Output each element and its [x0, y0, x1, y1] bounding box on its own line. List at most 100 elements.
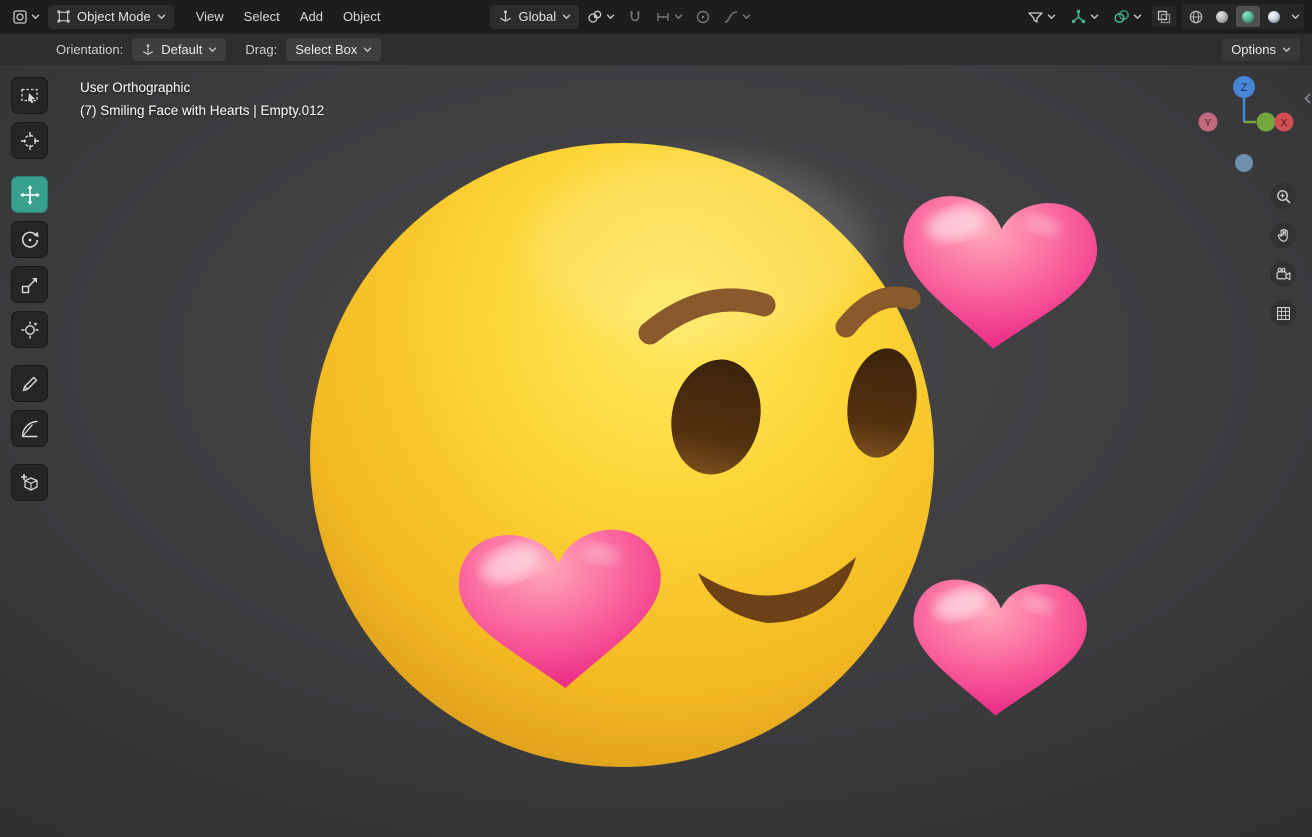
xray-toggle-button[interactable]	[1152, 6, 1176, 27]
tool-settings-bar: Orientation: Default Drag: Select Box Op…	[0, 33, 1312, 65]
select-box-icon	[20, 88, 38, 103]
add-cube-icon	[20, 473, 38, 491]
proportional-editing-icon	[696, 10, 710, 23]
viewport-scene[interactable]	[0, 65, 1312, 837]
shading-wireframe-button[interactable]	[1184, 6, 1208, 27]
tool-rotate[interactable]	[11, 221, 48, 258]
tool-add-cube[interactable]	[11, 464, 48, 501]
drag-mode-dropdown[interactable]: Select Box	[286, 38, 382, 61]
orientation-settings-label: Orientation:	[56, 42, 124, 57]
falloff-curve-icon	[724, 10, 738, 23]
tool-scale[interactable]	[11, 266, 48, 303]
gizmo-y-label: Y	[1205, 118, 1212, 129]
pivot-point-dropdown[interactable]	[583, 6, 619, 28]
rendered-icon	[1268, 10, 1280, 23]
xray-toggle-icon	[1157, 10, 1171, 23]
navigation-gizmo[interactable]: Z Y X	[1192, 75, 1302, 185]
active-object-text: (7) Smiling Face with Hearts | Empty.012	[80, 103, 325, 118]
zoom-button[interactable]	[1270, 183, 1296, 209]
transform-orientation-dropdown[interactable]: Global	[489, 4, 580, 29]
mode-label: Object Mode	[77, 9, 151, 24]
transform-orientation-icon	[499, 10, 511, 22]
chevron-down-icon	[742, 14, 751, 20]
object-visibility-icon	[1028, 11, 1043, 23]
editor-type-icon	[13, 9, 27, 24]
gizmo-z-label: Z	[1241, 82, 1248, 94]
measure-icon	[21, 420, 38, 437]
rotate-icon	[21, 231, 39, 248]
header-left-group: Object Mode View Select Add Object	[8, 4, 391, 29]
show-gizmos-dropdown[interactable]	[1066, 6, 1103, 28]
shading-material-button[interactable]	[1236, 6, 1260, 27]
menu-view[interactable]: View	[186, 4, 234, 29]
view-name-text: User Orthographic	[80, 80, 191, 95]
menu-add[interactable]: Add	[290, 4, 333, 29]
grid-ortho-icon	[1276, 306, 1290, 320]
material-preview-icon	[1242, 10, 1254, 23]
shading-solid-button[interactable]	[1210, 6, 1234, 27]
chevron-down-icon	[209, 47, 217, 53]
header-menus: View Select Add Object	[186, 4, 391, 29]
chevron-down-icon	[1090, 14, 1099, 20]
emoji-face-object[interactable]	[310, 143, 934, 767]
viewport-nav-controls	[1270, 183, 1296, 326]
editor-type-button[interactable]	[8, 6, 44, 28]
overlays-toggle-icon	[1114, 9, 1129, 23]
chevron-down-icon	[1047, 14, 1056, 20]
options-label: Options	[1231, 42, 1276, 57]
orientation-label: Global	[518, 9, 557, 24]
tool-shelf	[11, 77, 48, 509]
chevron-down-icon	[363, 47, 372, 53]
chevron-left-icon	[1304, 93, 1310, 103]
ortho-perspective-button[interactable]	[1270, 300, 1296, 326]
scale-icon	[21, 277, 37, 293]
tool-measure[interactable]	[11, 410, 48, 447]
viewport-header: Object Mode View Select Add Object Globa…	[0, 0, 1312, 33]
orientation-default-icon	[143, 43, 154, 55]
viewport-3d[interactable]: User Orthographic (7) Smiling Face with …	[0, 65, 1312, 837]
falloff-dropdown[interactable]	[719, 6, 755, 28]
shading-rendered-button[interactable]	[1262, 6, 1286, 27]
drag-value: Select Box	[295, 42, 358, 57]
orientation-value: Default	[161, 42, 203, 57]
gizmo-axis-z-neg[interactable]	[1235, 154, 1253, 172]
drag-settings-label: Drag:	[245, 42, 278, 57]
tool-select-box[interactable]	[11, 77, 48, 114]
proportional-editing-button[interactable]	[691, 6, 715, 28]
tool-move[interactable]	[11, 176, 48, 213]
snap-target-dropdown[interactable]	[651, 6, 687, 28]
snap-toggle-button[interactable]	[623, 6, 647, 28]
sidebar-collapse-arrow[interactable]	[1302, 85, 1312, 111]
pivot-point-icon	[588, 10, 602, 23]
annotate-pencil-icon	[22, 376, 37, 391]
gizmo-x-label: X	[1281, 118, 1288, 129]
shading-mode-group	[1182, 4, 1304, 29]
menu-object[interactable]: Object	[333, 4, 391, 29]
chevron-down-icon	[674, 14, 683, 20]
menu-select[interactable]: Select	[234, 4, 290, 29]
header-center-group: Global	[489, 4, 756, 29]
tool-cursor[interactable]	[11, 122, 48, 159]
move-icon	[19, 184, 40, 205]
tool-transform[interactable]	[11, 311, 48, 348]
camera-view-button[interactable]	[1270, 261, 1296, 287]
mode-dropdown[interactable]: Object Mode	[48, 4, 174, 29]
transform-icon	[21, 321, 38, 338]
show-overlays-dropdown[interactable]	[1109, 6, 1146, 28]
pan-button[interactable]	[1270, 222, 1296, 248]
header-right-group	[1023, 4, 1304, 29]
options-dropdown[interactable]: Options	[1222, 38, 1300, 61]
object-visibility-dropdown[interactable]	[1023, 6, 1060, 28]
gizmo-axis-y-neg[interactable]	[1256, 112, 1276, 132]
pan-hand-icon	[1277, 228, 1288, 242]
chevron-down-icon	[31, 14, 40, 20]
chevron-down-icon	[1282, 47, 1291, 53]
shading-options-dropdown[interactable]	[1288, 6, 1302, 27]
chevron-down-icon	[157, 14, 166, 20]
snap-target-icon	[657, 12, 669, 21]
camera-view-icon	[1276, 267, 1290, 280]
tool-annotate[interactable]	[11, 365, 48, 402]
chevron-down-icon	[1133, 14, 1142, 20]
gizmos-toggle-icon	[1071, 9, 1086, 23]
orientation-default-dropdown[interactable]: Default	[132, 38, 227, 61]
